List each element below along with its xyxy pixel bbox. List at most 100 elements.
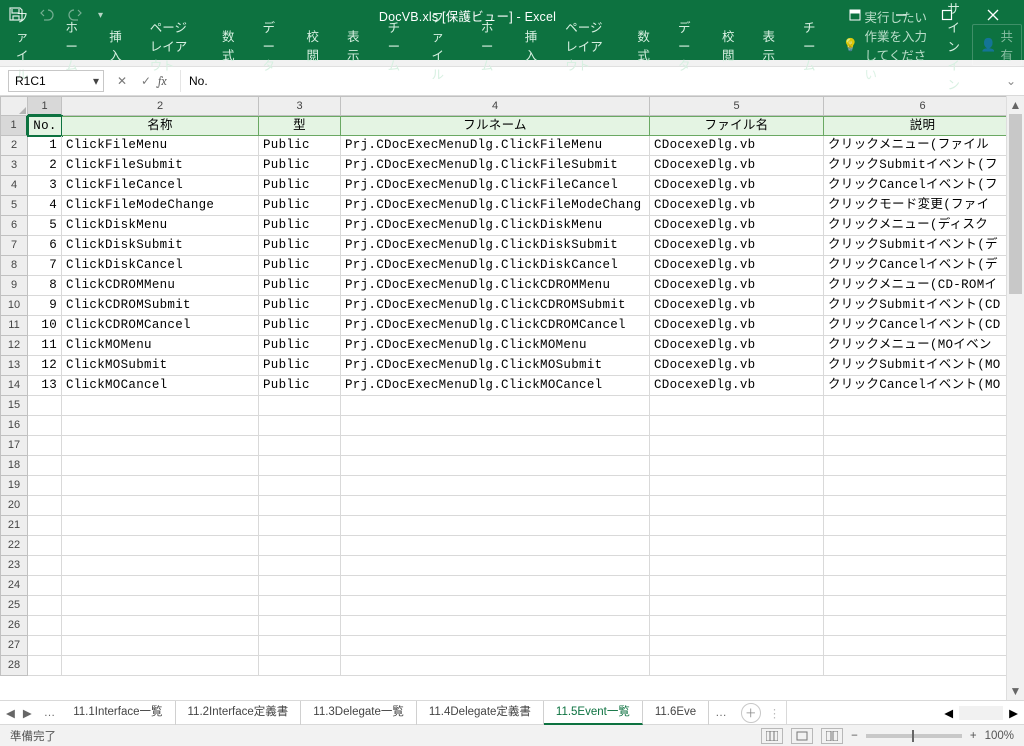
row-header[interactable]: 27 <box>0 636 28 656</box>
cell[interactable]: Prj.CDocExecMenuDlg.ClickFileMenu <box>341 136 650 156</box>
cell[interactable]: Public <box>259 276 341 296</box>
ribbon-tab[interactable]: ページ レイアウト <box>551 30 623 60</box>
cell[interactable]: CDocexeDlg.vb <box>650 356 824 376</box>
cell[interactable] <box>824 536 1022 556</box>
enter-formula-button[interactable]: ✓ <box>134 74 158 89</box>
cell[interactable]: クリックCancelイベント(CD <box>824 316 1022 336</box>
cell[interactable]: CDocexeDlg.vb <box>650 156 824 176</box>
ribbon-tab-6[interactable]: 校閲 <box>293 30 334 60</box>
ribbon-tab-3[interactable]: ページ レイアウト <box>136 30 208 60</box>
cell[interactable] <box>28 536 62 556</box>
row-header[interactable]: 16 <box>0 416 28 436</box>
row-header[interactable]: 5 <box>0 196 28 216</box>
cell[interactable]: Prj.CDocExecMenuDlg.ClickCDROMSubmit <box>341 296 650 316</box>
row-header[interactable]: 24 <box>0 576 28 596</box>
cell[interactable]: クリックメニュー(ファイル <box>824 136 1022 156</box>
row-header[interactable]: 25 <box>0 596 28 616</box>
ribbon-tab[interactable]: ホーム <box>467 30 511 60</box>
column-header[interactable]: 1 <box>28 96 62 116</box>
formula-bar-input[interactable]: No. ⌄ <box>180 70 1024 92</box>
cell[interactable] <box>650 616 824 636</box>
cancel-formula-button[interactable]: ✕ <box>110 74 134 89</box>
cell[interactable] <box>824 516 1022 536</box>
cell[interactable]: 11 <box>28 336 62 356</box>
row-header[interactable]: 26 <box>0 616 28 636</box>
cell[interactable] <box>62 656 259 676</box>
row-header[interactable]: 9 <box>0 276 28 296</box>
cell[interactable]: クリックCancelイベント(MO <box>824 376 1022 396</box>
cell[interactable]: 10 <box>28 316 62 336</box>
cell[interactable]: Prj.CDocExecMenuDlg.ClickMOSubmit <box>341 356 650 376</box>
ribbon-tab-4[interactable]: 数式 <box>208 30 249 60</box>
cell[interactable]: ClickCDROMCancel <box>62 316 259 336</box>
row-header[interactable]: 23 <box>0 556 28 576</box>
cell[interactable] <box>28 456 62 476</box>
cell[interactable] <box>341 436 650 456</box>
cell[interactable]: クリックCancelイベント(デ <box>824 256 1022 276</box>
cell[interactable] <box>341 476 650 496</box>
cell[interactable] <box>650 516 824 536</box>
cell[interactable]: 9 <box>28 296 62 316</box>
cell[interactable]: CDocexeDlg.vb <box>650 276 824 296</box>
cell[interactable]: Prj.CDocExecMenuDlg.ClickCDROMMenu <box>341 276 650 296</box>
cell[interactable] <box>341 396 650 416</box>
cell[interactable] <box>62 556 259 576</box>
column-header[interactable]: 4 <box>341 96 650 116</box>
fx-icon[interactable]: fx <box>158 74 180 88</box>
cell[interactable]: Prj.CDocExecMenuDlg.ClickDiskMenu <box>341 216 650 236</box>
cell[interactable]: Public <box>259 336 341 356</box>
cell[interactable] <box>341 556 650 576</box>
chevron-down-icon[interactable]: ▾ <box>89 74 103 88</box>
cell[interactable] <box>259 596 341 616</box>
cell[interactable]: クリックモード変更(ファイ <box>824 196 1022 216</box>
cell[interactable]: Prj.CDocExecMenuDlg.ClickFileSubmit <box>341 156 650 176</box>
redo-icon[interactable] <box>68 6 84 25</box>
cell[interactable] <box>62 636 259 656</box>
cell[interactable] <box>341 576 650 596</box>
cell[interactable] <box>28 616 62 636</box>
cell[interactable]: Prj.CDocExecMenuDlg.ClickFileModeChang <box>341 196 650 216</box>
cell[interactable]: CDocexeDlg.vb <box>650 376 824 396</box>
sheet-tab[interactable]: 11.1Interface一覧 <box>61 701 175 725</box>
cell[interactable]: CDocexeDlg.vb <box>650 296 824 316</box>
cell[interactable]: クリックCancelイベント(フ <box>824 176 1022 196</box>
cell[interactable]: Public <box>259 296 341 316</box>
row-header[interactable]: 22 <box>0 536 28 556</box>
cell[interactable] <box>259 536 341 556</box>
cell[interactable] <box>28 556 62 576</box>
sheet-nav-more-icon[interactable]: … <box>38 707 62 719</box>
cell[interactable]: クリックメニュー(CD-ROMイ <box>824 276 1022 296</box>
cells-area[interactable]: No.名称型フルネームファイル名説明1ClickFileMenuPublicPr… <box>28 116 1022 676</box>
cell[interactable]: CDocexeDlg.vb <box>650 216 824 236</box>
ribbon-tab-8[interactable]: チーム <box>374 30 418 60</box>
header-cell[interactable]: 型 <box>259 116 341 136</box>
sheet-tab-resize-icon[interactable]: ⋮ <box>769 706 781 720</box>
cell[interactable] <box>62 476 259 496</box>
cell[interactable] <box>341 456 650 476</box>
cell[interactable] <box>650 396 824 416</box>
sheet-nav-more-right-icon[interactable]: … <box>709 707 733 719</box>
ribbon-tab[interactable]: 表示 <box>749 30 790 60</box>
cell[interactable] <box>259 656 341 676</box>
cell[interactable]: Public <box>259 176 341 196</box>
cell[interactable]: クリックSubmitイベント(CD <box>824 296 1022 316</box>
cell[interactable] <box>62 596 259 616</box>
cell[interactable]: クリックメニュー(ディスク <box>824 216 1022 236</box>
undo-icon[interactable] <box>38 6 54 25</box>
cell[interactable] <box>259 396 341 416</box>
cell[interactable]: ClickMOMenu <box>62 336 259 356</box>
cell[interactable]: 3 <box>28 176 62 196</box>
cell[interactable] <box>28 496 62 516</box>
cell[interactable] <box>341 596 650 616</box>
cell[interactable] <box>650 576 824 596</box>
cell[interactable]: クリックメニュー(MOイベン <box>824 336 1022 356</box>
cell[interactable] <box>28 396 62 416</box>
header-cell[interactable]: No. <box>28 116 62 136</box>
sheet-tab[interactable]: 11.6Eve <box>643 701 709 725</box>
row-header[interactable]: 6 <box>0 216 28 236</box>
cell[interactable]: Public <box>259 156 341 176</box>
cell[interactable] <box>824 396 1022 416</box>
cell[interactable]: ClickFileMenu <box>62 136 259 156</box>
ribbon-tab-5[interactable]: データ <box>248 30 292 60</box>
cell[interactable]: Prj.CDocExecMenuDlg.ClickMOMenu <box>341 336 650 356</box>
